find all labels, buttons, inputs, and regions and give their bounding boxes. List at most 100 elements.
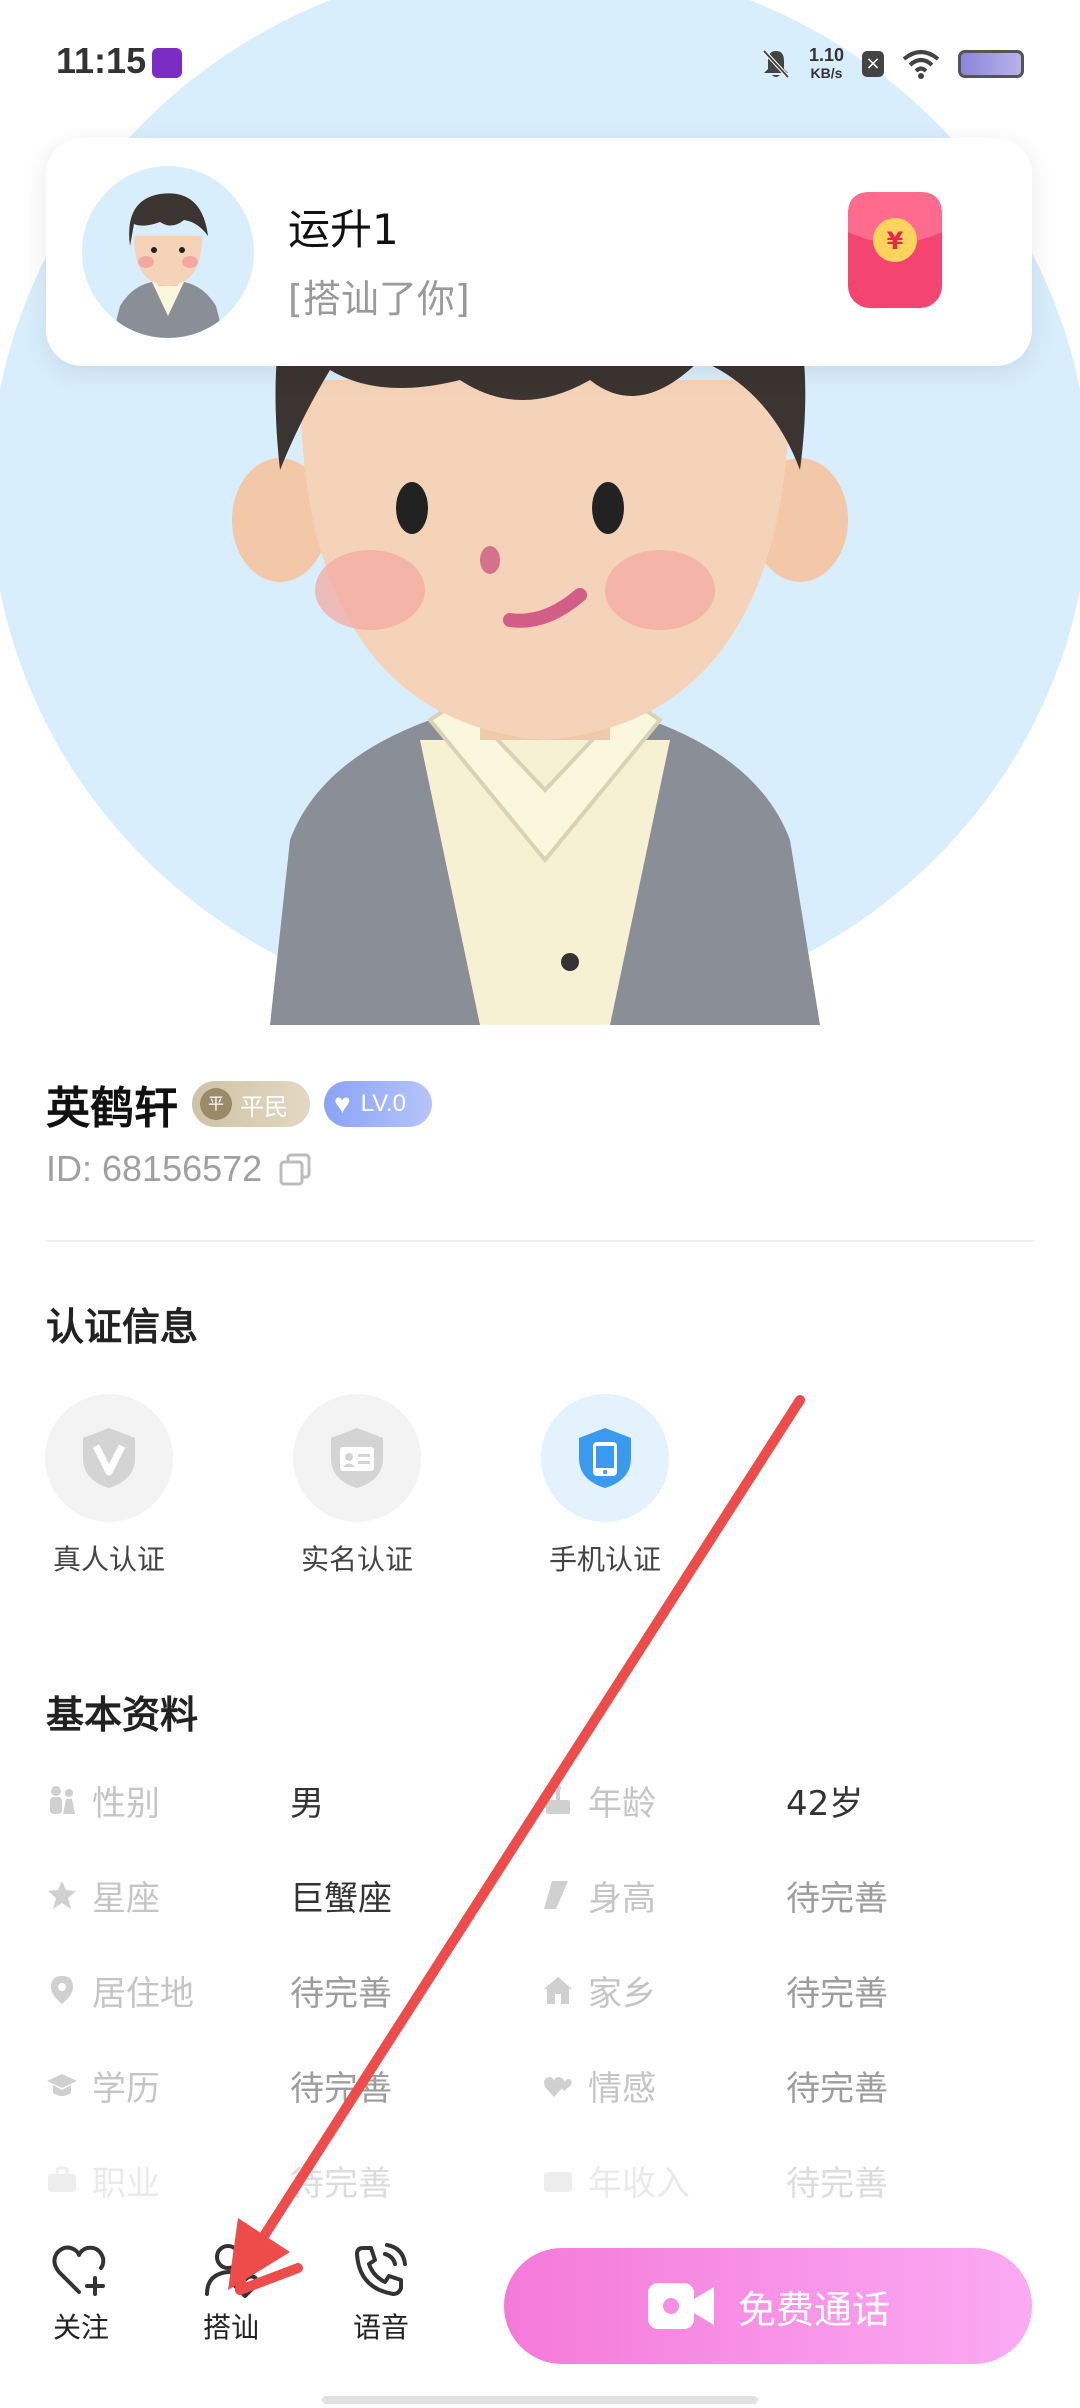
info-key-zodiac: 星座 <box>46 1865 160 1925</box>
cert-label: 真人认证 <box>52 1543 165 1576</box>
cert-real-person-badge <box>45 1394 173 1522</box>
svg-text:¥: ¥ <box>887 227 904 255</box>
free-call-label: 免费通话 <box>737 2287 890 2332</box>
user-id-row: ID: 68156572 <box>46 1148 312 1190</box>
cert-item-real-name[interactable]: 实名认证 <box>292 1394 422 1578</box>
info-key-occupation: 职业 <box>46 2150 160 2210</box>
bell-muted-icon <box>762 49 790 79</box>
cert-item-phone[interactable]: 手机认证 <box>540 1394 670 1578</box>
ruler-icon <box>544 1881 568 1909</box>
battery-icon <box>958 50 1024 78</box>
info-key-label: 学历 <box>92 2068 160 2109</box>
grad-cap-icon <box>47 2074 77 2096</box>
info-value-education: 待完善 <box>290 2068 392 2109</box>
gender-icon <box>50 1786 75 1814</box>
info-key-education: 学历 <box>46 2055 160 2115</box>
app-icon <box>152 48 182 78</box>
heart-plus-icon <box>52 2245 106 2296</box>
network-speed: 1.10 KB/s <box>809 46 844 82</box>
info-key-label: 年龄 <box>588 1783 656 1824</box>
phone-call-icon <box>355 2243 407 2296</box>
info-value-hometown: 待完善 <box>786 1973 888 2014</box>
phone-icon <box>579 1428 631 1488</box>
follow-button[interactable]: 关注 <box>26 2242 136 2346</box>
home-indicator[interactable] <box>322 2396 758 2404</box>
notification-avatar <box>82 166 254 338</box>
video-camera-icon <box>647 2283 714 2329</box>
notification-sender: 运升1 <box>288 205 399 254</box>
rank-badge-label: 平民 <box>240 1092 288 1121</box>
red-envelope-icon[interactable]: ¥ <box>848 192 942 308</box>
info-value-gender: 男 <box>290 1783 324 1824</box>
info-key-relationship: 情感 <box>542 2055 656 2115</box>
close-badge-icon: × <box>862 51 884 77</box>
info-value-income: 待完善 <box>786 2163 888 2204</box>
verified-v-icon <box>83 1428 135 1488</box>
level-badge: ♥ LV.0 <box>324 1081 433 1127</box>
level-badge-label: LV.0 <box>360 1090 407 1117</box>
chat-up-button[interactable]: 搭讪 <box>176 2242 286 2346</box>
verification-list: 真人认证 实名认证 手机认证 <box>44 1394 744 1576</box>
info-value-age: 42岁 <box>786 1783 864 1824</box>
info-value-height: 待完善 <box>786 1878 888 1919</box>
info-key-label: 年收入 <box>588 2163 690 2204</box>
info-key-gender: 性别 <box>46 1770 160 1830</box>
info-key-label: 身高 <box>588 1878 656 1919</box>
info-row: 学历 待完善 情感 待完善 <box>46 2055 1034 2115</box>
info-key-height: 身高 <box>542 1865 656 1925</box>
rank-coin-icon: 平 <box>200 1088 232 1120</box>
cert-phone-badge <box>541 1394 669 1522</box>
network-speed-value: 1.10 <box>808 45 844 65</box>
cake-icon <box>546 1785 570 1814</box>
cert-label: 实名认证 <box>300 1543 413 1576</box>
location-icon <box>51 1976 73 2004</box>
info-row: 性别 男 年龄 42岁 <box>46 1770 1034 1830</box>
info-key-residence: 居住地 <box>46 1960 194 2020</box>
free-call-button[interactable]: 免费通话 <box>504 2248 1032 2364</box>
cert-item-real-person[interactable]: 真人认证 <box>44 1394 174 1578</box>
info-value-zodiac: 巨蟹座 <box>290 1878 392 1919</box>
info-key-label: 家乡 <box>588 1973 656 2014</box>
person-heart-icon <box>205 2244 259 2298</box>
chat-up-label: 搭讪 <box>202 2311 259 2344</box>
info-value-occupation: 待完善 <box>290 2163 392 2204</box>
user-name: 英鹤轩 <box>46 1083 178 1134</box>
hearts-icon <box>544 2077 572 2097</box>
status-time: 11:15 <box>56 40 147 81</box>
info-key-label: 情感 <box>588 2068 656 2109</box>
notification-message: [搭讪了你] <box>288 277 470 321</box>
section-divider <box>46 1240 1034 1242</box>
cert-real-name-badge <box>293 1394 421 1522</box>
status-bar: 11:15 1.10 KB/s × <box>0 0 1080 120</box>
star-icon <box>48 1881 76 1909</box>
voice-button[interactable]: 语音 <box>326 2242 436 2346</box>
user-id: ID: 68156572 <box>46 1148 263 1189</box>
info-row: 星座 巨蟹座 身高 待完善 <box>46 1865 1034 1925</box>
wifi-icon <box>902 50 940 79</box>
info-value-residence: 待完善 <box>290 1973 392 2014</box>
network-speed-unit: KB/s <box>810 65 843 81</box>
info-key-label: 星座 <box>92 1878 160 1919</box>
info-row: 职业 待完善 年收入 待完善 <box>46 2150 1034 2210</box>
cert-label: 手机认证 <box>548 1543 661 1576</box>
info-key-income: 年收入 <box>542 2150 690 2210</box>
home-icon <box>544 1977 572 2004</box>
briefcase-icon <box>48 2166 76 2192</box>
profile-name-row: 英鹤轩 平 平民 ♥ LV.0 <box>46 1076 433 1134</box>
voice-label: 语音 <box>352 2311 409 2344</box>
status-icons: 1.10 KB/s × <box>761 44 1024 84</box>
info-key-age: 年龄 <box>542 1770 656 1830</box>
chat-up-notification[interactable]: 运升1 [搭讪了你] ¥ <box>46 138 1032 366</box>
copy-icon[interactable] <box>278 1152 312 1186</box>
wallet-icon <box>544 2172 572 2192</box>
info-key-hometown: 家乡 <box>542 1960 656 2020</box>
avatar-thumbnail <box>112 193 224 338</box>
basic-info-title: 基本资料 <box>46 1693 199 1737</box>
rank-badge: 平 平民 <box>192 1081 310 1127</box>
id-card-icon <box>331 1428 383 1488</box>
info-key-label: 性别 <box>92 1783 160 1824</box>
info-key-label: 居住地 <box>92 1973 194 2014</box>
info-value-relationship: 待完善 <box>786 2068 888 2109</box>
heart-icon: ♥ <box>334 1088 351 1119</box>
follow-label: 关注 <box>52 2311 109 2344</box>
